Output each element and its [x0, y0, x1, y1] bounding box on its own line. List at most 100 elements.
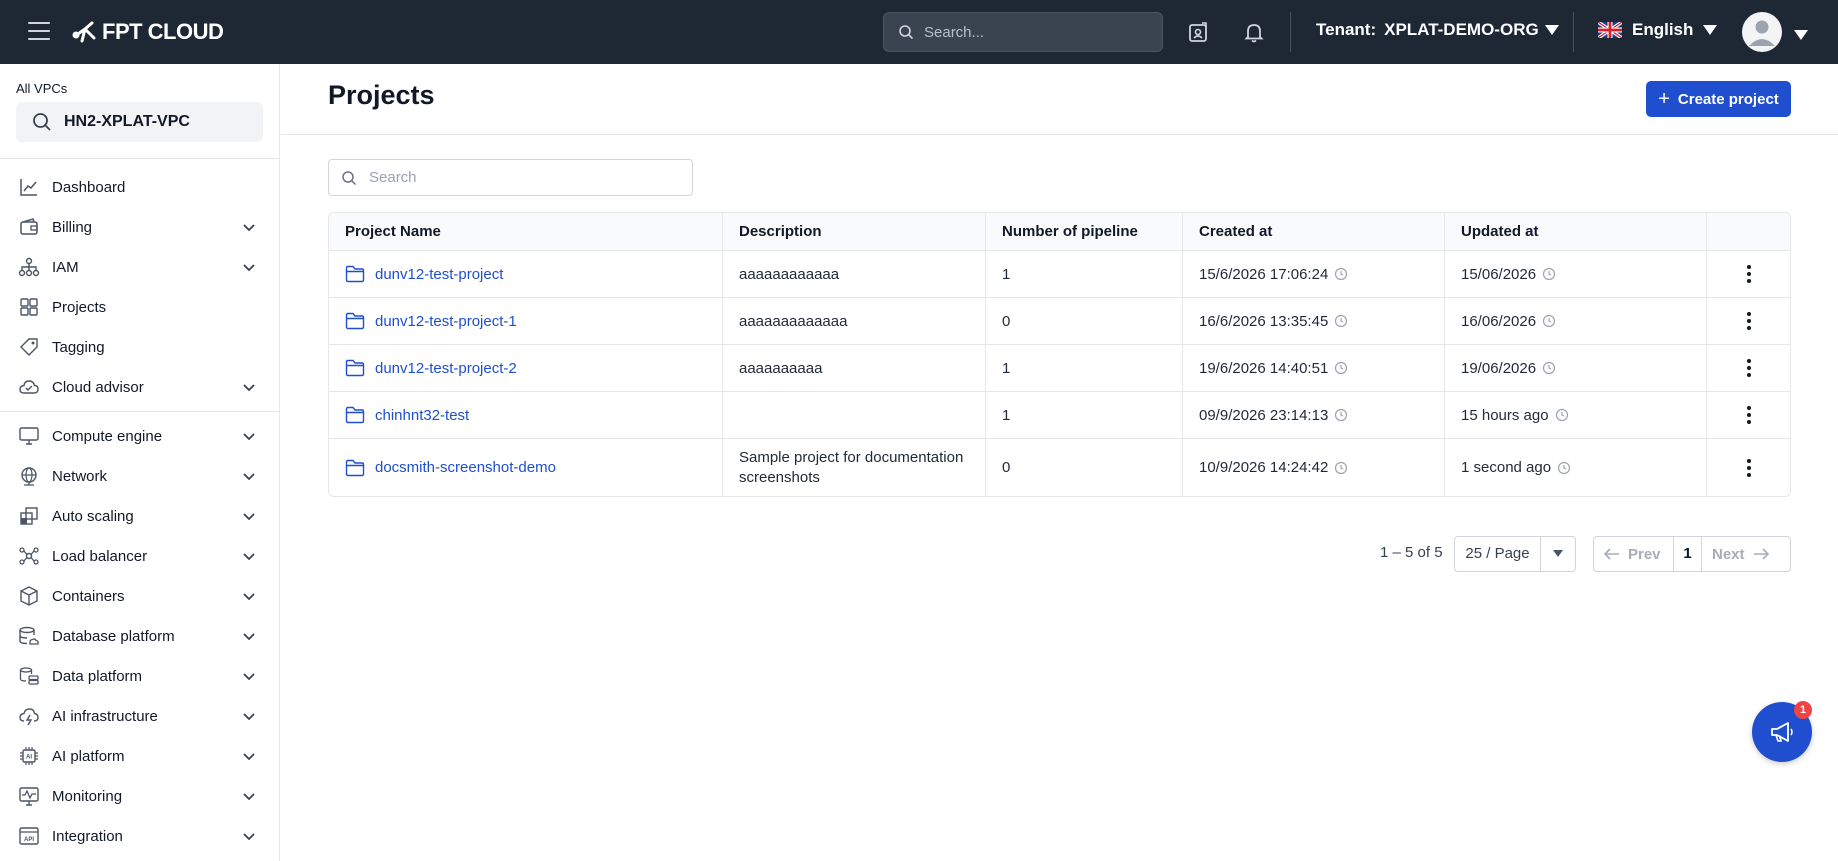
project-name-link[interactable]: chinhnt32-test — [345, 406, 469, 424]
next-page-button[interactable]: Next — [1702, 537, 1790, 571]
sidebar-item-label: Projects — [52, 298, 107, 316]
project-search-input[interactable]: Search — [328, 159, 693, 196]
clock-icon[interactable] — [1334, 314, 1348, 328]
clock-icon[interactable] — [1334, 267, 1348, 281]
next-label: Next — [1712, 545, 1745, 563]
project-name-link[interactable]: dunv12-test-project-2 — [345, 359, 517, 377]
created-at-value: 15/6/2026 17:06:24 — [1199, 265, 1329, 283]
prev-label: Prev — [1628, 545, 1661, 563]
chevron-down-icon — [243, 264, 255, 272]
sidebar-item-database-platform[interactable]: Database platform — [0, 616, 279, 656]
sidebar-item-monitoring[interactable]: Monitoring — [0, 776, 279, 816]
description-cell: aaaaaaaaaaaa — [723, 251, 986, 297]
clock-icon[interactable] — [1555, 408, 1569, 422]
uk-flag-icon — [1598, 22, 1622, 38]
description-cell: aaaaaaaaaaaaa — [723, 298, 986, 344]
project-name-link[interactable]: docsmith-screenshot-demo — [345, 459, 556, 477]
sidebar-item-ai-infrastructure[interactable]: AI infrastructure — [0, 696, 279, 736]
create-project-button[interactable]: + Create project — [1646, 81, 1791, 117]
hamburger-menu-icon[interactable] — [28, 22, 50, 40]
page-size-select[interactable]: 25 / Page — [1454, 536, 1576, 572]
chevron-down-icon — [243, 473, 255, 481]
page-number-button[interactable]: 1 — [1674, 537, 1702, 571]
user-avatar[interactable] — [1742, 12, 1782, 52]
caret-down-icon — [1553, 550, 1563, 557]
clock-icon[interactable] — [1557, 461, 1571, 475]
sidebar-item-dashboard[interactable]: Dashboard — [0, 167, 279, 207]
sidebar-item-cloud-advisor[interactable]: Cloud advisor — [0, 367, 279, 407]
created-at-cell: 19/6/2026 14:40:51 — [1183, 345, 1445, 391]
updated-at-cell: 16/06/2026 — [1445, 298, 1707, 344]
prev-page-button[interactable]: Prev — [1594, 537, 1674, 571]
updated-at-cell: 1 second ago — [1445, 439, 1707, 496]
sidebar-item-tagging[interactable]: Tagging — [0, 327, 279, 367]
fpt-cloud-logo[interactable]: FPT CLOUD — [72, 18, 224, 46]
page-title: Projects — [328, 80, 435, 110]
global-search-input[interactable]: Search... — [883, 12, 1163, 52]
tenant-value: XPLAT-DEMO-ORG — [1384, 20, 1539, 39]
sidebar-item-projects[interactable]: Projects — [0, 287, 279, 327]
column-header-created-at[interactable]: Created at — [1183, 213, 1445, 250]
sidebar-item-label: Compute engine — [52, 427, 163, 445]
sidebar-item-load-balancer[interactable]: Load balancer — [0, 536, 279, 576]
plus-icon: + — [1658, 88, 1670, 110]
sidebar-item-billing[interactable]: Billing — [0, 207, 279, 247]
sidebar-item-label: Billing — [52, 218, 93, 236]
sidebar-item-containers[interactable]: Containers — [0, 576, 279, 616]
more-actions-icon[interactable] — [1746, 358, 1752, 378]
sidebar-item-label: Integration — [52, 827, 123, 845]
language-value: English — [1632, 20, 1694, 39]
sidebar-item-ai-platform[interactable]: AI AI platform — [0, 736, 279, 776]
sidebar-item-label: Cloud advisor — [52, 378, 144, 396]
account-menu-caret[interactable] — [1794, 27, 1808, 45]
sidebar-item-label: AI infrastructure — [52, 707, 158, 725]
sidebar-item-label: Monitoring — [52, 787, 123, 805]
column-header-description[interactable]: Description — [723, 213, 986, 250]
sidebar-item-data-platform[interactable]: Data platform — [0, 656, 279, 696]
created-at-cell: 10/9/2026 14:24:42 — [1183, 439, 1445, 496]
sidebar-item-network[interactable]: Network — [0, 456, 279, 496]
announcement-count-badge: 1 — [1794, 701, 1812, 719]
pipelines-cell: 1 — [986, 345, 1183, 391]
org-tree-icon — [18, 257, 40, 277]
more-actions-icon[interactable] — [1746, 311, 1752, 331]
tenant-selector[interactable]: Tenant: XPLAT-DEMO-ORG — [1316, 20, 1559, 40]
sidebar-item-integration[interactable]: API Integration — [0, 816, 279, 856]
sidebar-item-iam[interactable]: IAM — [0, 247, 279, 287]
divider — [0, 411, 279, 412]
megaphone-icon — [1771, 722, 1793, 742]
column-header-project-name[interactable]: Project Name — [329, 213, 723, 250]
clock-icon[interactable] — [1542, 314, 1556, 328]
vpc-selector[interactable]: HN2-XPLAT-VPC — [16, 102, 263, 142]
more-actions-icon[interactable] — [1746, 458, 1752, 478]
more-actions-icon[interactable] — [1746, 405, 1752, 425]
top-bar: FPT CLOUD Search... Tenant: XPLAT-DEMO-O… — [0, 0, 1838, 64]
clock-icon[interactable] — [1542, 361, 1556, 375]
project-name: dunv12-test-project-2 — [375, 359, 517, 377]
created-at-value: 19/6/2026 14:40:51 — [1199, 359, 1329, 377]
project-name-link[interactable]: dunv12-test-project — [345, 265, 503, 283]
clock-icon[interactable] — [1334, 461, 1348, 475]
clock-icon[interactable] — [1334, 408, 1348, 422]
column-header-pipelines[interactable]: Number of pipeline — [986, 213, 1183, 250]
column-header-updated-at[interactable]: Updated at — [1445, 213, 1707, 250]
table-row: dunv12-test-project-1 aaaaaaaaaaaaa 0 16… — [329, 298, 1790, 345]
clock-icon[interactable] — [1542, 267, 1556, 281]
tag-icon — [20, 338, 38, 356]
support-ticket-icon[interactable] — [1186, 20, 1210, 44]
sidebar-item-auto-scaling[interactable]: Auto scaling — [0, 496, 279, 536]
sidebar-item-label: Tagging — [52, 338, 105, 356]
projects-table: Project Name Description Number of pipel… — [328, 212, 1791, 497]
notification-bell-icon[interactable] — [1242, 20, 1266, 44]
created-at-cell: 15/6/2026 17:06:24 — [1183, 251, 1445, 297]
sidebar-item-label: Load balancer — [52, 547, 148, 565]
clock-icon[interactable] — [1334, 361, 1348, 375]
wallet-icon — [20, 218, 38, 235]
project-name-link[interactable]: dunv12-test-project-1 — [345, 312, 517, 330]
language-selector[interactable]: English — [1598, 20, 1718, 40]
updated-at-cell: 15/06/2026 — [1445, 251, 1707, 297]
sidebar: All VPCs HN2-XPLAT-VPC Dashboard Billing… — [0, 64, 280, 861]
pagination: Prev 1 Next — [1593, 536, 1791, 572]
more-actions-icon[interactable] — [1746, 264, 1752, 284]
sidebar-item-compute-engine[interactable]: Compute engine — [0, 416, 279, 456]
